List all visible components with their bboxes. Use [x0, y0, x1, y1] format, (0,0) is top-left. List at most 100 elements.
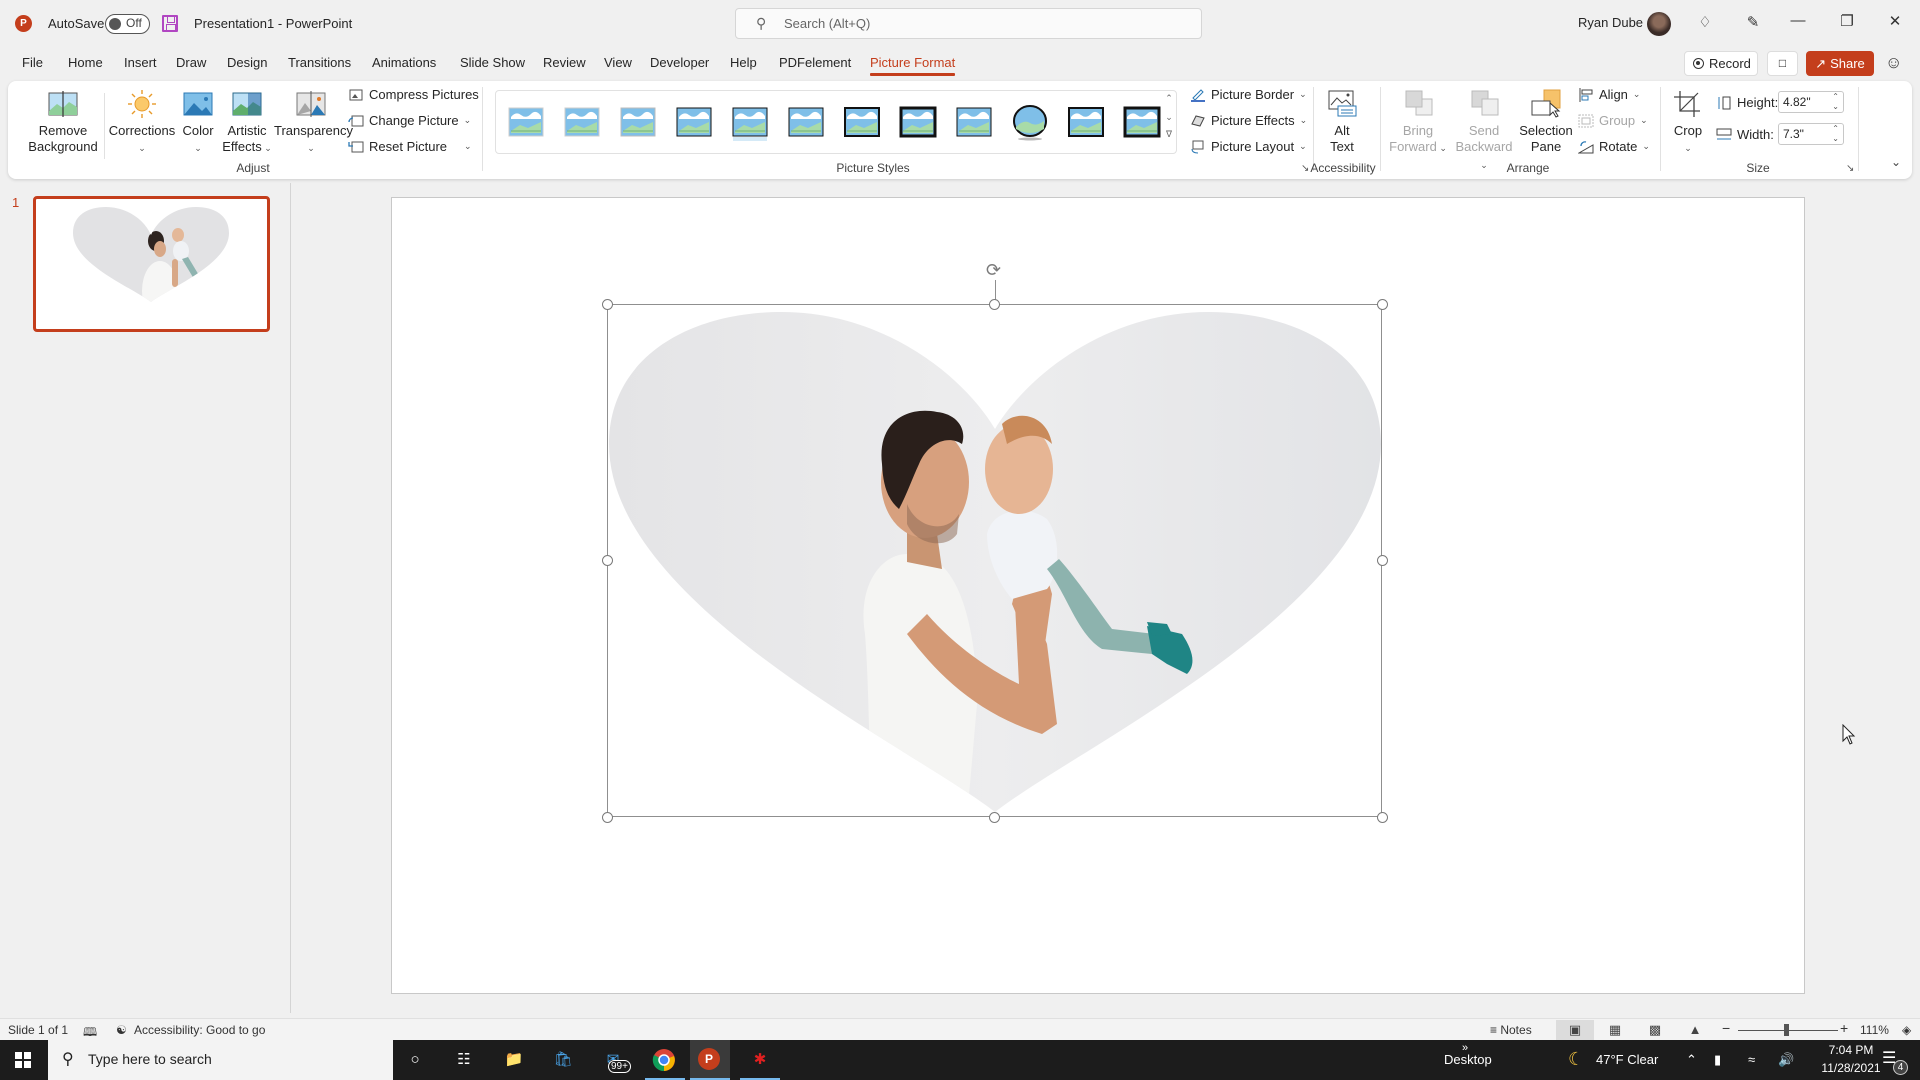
gallery-up-arrow[interactable]: ⌃: [1162, 93, 1176, 104]
size-launcher-icon[interactable]: ↘: [1846, 163, 1854, 174]
powerpoint-taskbar-icon[interactable]: P: [698, 1048, 720, 1070]
resize-handle-bottom-left[interactable]: [602, 812, 613, 823]
picture-style-2[interactable]: [562, 105, 602, 141]
toolbar-overflow-icon[interactable]: »: [1462, 1042, 1468, 1054]
clock-time[interactable]: 7:04 PM: [1818, 1043, 1884, 1057]
crop-button[interactable]: Crop ⌄: [1668, 89, 1708, 156]
picture-style-7[interactable]: [842, 105, 882, 141]
picture-style-1[interactable]: [506, 105, 546, 141]
desktop-label[interactable]: Desktop: [1444, 1052, 1492, 1067]
accessibility-status[interactable]: Accessibility: Good to go: [134, 1023, 265, 1037]
picture-effects-button[interactable]: Picture Effects ⌄: [1190, 113, 1307, 128]
user-name[interactable]: Ryan Dube: [1578, 15, 1643, 30]
restore-button[interactable]: ❐: [1835, 12, 1859, 30]
premium-diamond-icon[interactable]: ♢: [1693, 13, 1717, 31]
tab-view[interactable]: View: [604, 55, 632, 70]
group-button[interactable]: Group ⌄: [1578, 113, 1648, 128]
resize-handle-bottom-right[interactable]: [1377, 812, 1388, 823]
change-picture-button[interactable]: Change Picture ⌄: [348, 113, 471, 128]
accessibility-icon[interactable]: ☯: [116, 1023, 127, 1037]
clock-date[interactable]: 11/28/2021: [1812, 1061, 1890, 1075]
task-view-icon[interactable]: ☷: [452, 1048, 476, 1072]
tab-pdfelement[interactable]: PDFelement: [779, 55, 851, 70]
resize-handle-top[interactable]: [989, 299, 1000, 310]
tab-picture-format[interactable]: Picture Format: [870, 55, 956, 76]
selection-pane-button[interactable]: Selection Pane: [1518, 89, 1574, 155]
tab-animations[interactable]: Animations: [372, 55, 436, 70]
gallery-more-arrow[interactable]: ∇: [1162, 129, 1176, 140]
alt-text-button[interactable]: Alt Text: [1320, 89, 1364, 155]
picture-style-5[interactable]: [730, 105, 770, 141]
tab-transitions[interactable]: Transitions: [288, 55, 351, 70]
width-spinner[interactable]: ⌃ ⌄: [1832, 124, 1839, 144]
slide-thumbnail[interactable]: [33, 196, 270, 332]
picture-style-10[interactable]: [1010, 105, 1050, 141]
fit-to-window-icon[interactable]: ◈: [1902, 1023, 1911, 1037]
windows-start-icon[interactable]: [15, 1052, 31, 1068]
reading-view-button[interactable]: ▩: [1636, 1020, 1674, 1040]
resize-handle-top-left[interactable]: [602, 299, 613, 310]
panel-separator[interactable]: [290, 183, 291, 1013]
compress-pictures-button[interactable]: Compress Pictures: [348, 87, 479, 102]
picture-style-9[interactable]: [954, 105, 994, 141]
red-app-icon[interactable]: ✱: [748, 1048, 772, 1072]
bring-forward-button[interactable]: Bring Forward ⌄: [1388, 89, 1448, 156]
chrome-icon[interactable]: [652, 1048, 676, 1072]
rotate-handle-icon[interactable]: ⟳: [986, 261, 1001, 279]
tab-slide-show[interactable]: Slide Show: [460, 55, 525, 70]
transparency-button[interactable]: Transparency ⌄: [274, 89, 353, 156]
search-input[interactable]: ⚲ Search (Alt+Q): [735, 8, 1202, 39]
avatar[interactable]: [1647, 12, 1671, 36]
tab-review[interactable]: Review: [543, 55, 586, 70]
microsoft-store-icon[interactable]: 🛍: [551, 1048, 575, 1072]
width-input[interactable]: 7.3" ⌃ ⌄: [1778, 123, 1844, 145]
corrections-button[interactable]: Corrections ⌄: [104, 89, 180, 156]
picture-style-4[interactable]: [674, 105, 714, 141]
tab-insert[interactable]: Insert: [124, 55, 157, 70]
feedback-smiley-icon[interactable]: ☺: [1885, 53, 1902, 73]
show-hidden-icons-chevron[interactable]: ⌃: [1686, 1052, 1697, 1068]
tab-draw[interactable]: Draw: [176, 55, 206, 70]
resize-handle-top-right[interactable]: [1377, 299, 1388, 310]
align-button[interactable]: Align ⌄: [1578, 87, 1640, 102]
tab-design[interactable]: Design: [227, 55, 267, 70]
taskbar-search-input[interactable]: ⚲ Type here to search: [48, 1040, 393, 1080]
resize-handle-bottom[interactable]: [989, 812, 1000, 823]
reset-picture-button[interactable]: Reset Picture ⌄: [348, 139, 472, 154]
notes-button[interactable]: ≡ Notes: [1490, 1023, 1532, 1037]
picture-layout-button[interactable]: Picture Layout ⌄: [1190, 139, 1307, 154]
tab-home[interactable]: Home: [68, 55, 103, 70]
rotate-button[interactable]: Rotate ⌄: [1578, 139, 1650, 154]
picture-style-11[interactable]: [1066, 105, 1106, 141]
file-explorer-icon[interactable]: 📁: [502, 1048, 526, 1072]
remove-background-button[interactable]: Remove Background: [18, 89, 108, 155]
zoom-in-button[interactable]: +: [1840, 1020, 1848, 1036]
picture-style-8[interactable]: [898, 105, 938, 141]
battery-icon[interactable]: ▮: [1714, 1052, 1721, 1068]
color-button[interactable]: Color ⌄: [178, 89, 218, 156]
picture-border-button[interactable]: Picture Border ⌄: [1190, 87, 1307, 102]
tab-help[interactable]: Help: [730, 55, 757, 70]
collapse-ribbon-chevron-icon[interactable]: ⌄: [1891, 155, 1901, 169]
wifi-icon[interactable]: ≈: [1748, 1052, 1755, 1067]
resize-handle-right[interactable]: [1377, 555, 1388, 566]
weather-text[interactable]: 47°F Clear: [1596, 1052, 1658, 1067]
normal-view-button[interactable]: ▣: [1556, 1020, 1594, 1040]
slideshow-view-button[interactable]: ▲: [1676, 1020, 1714, 1040]
volume-icon[interactable]: 🔊: [1778, 1052, 1794, 1068]
gallery-scroll[interactable]: ⌃ ⌄ ∇: [1162, 91, 1176, 153]
tab-file[interactable]: File: [22, 55, 43, 70]
picture-style-12[interactable]: [1122, 105, 1162, 141]
picture-style-6[interactable]: [786, 105, 826, 141]
height-spinner[interactable]: ⌃ ⌄: [1832, 92, 1839, 112]
slide-sorter-view-button[interactable]: ▦: [1596, 1020, 1634, 1040]
tab-developer[interactable]: Developer: [650, 55, 709, 70]
artistic-effects-button[interactable]: Artistic Effects ⌄: [218, 89, 276, 156]
comments-button[interactable]: □: [1767, 51, 1798, 76]
save-icon[interactable]: [162, 15, 178, 32]
picture-style-3[interactable]: [618, 105, 658, 141]
zoom-level[interactable]: 111%: [1860, 1023, 1889, 1037]
resize-handle-left[interactable]: [602, 555, 613, 566]
height-input[interactable]: 4.82" ⌃ ⌄: [1778, 91, 1844, 113]
minimize-button[interactable]: —: [1786, 12, 1810, 29]
